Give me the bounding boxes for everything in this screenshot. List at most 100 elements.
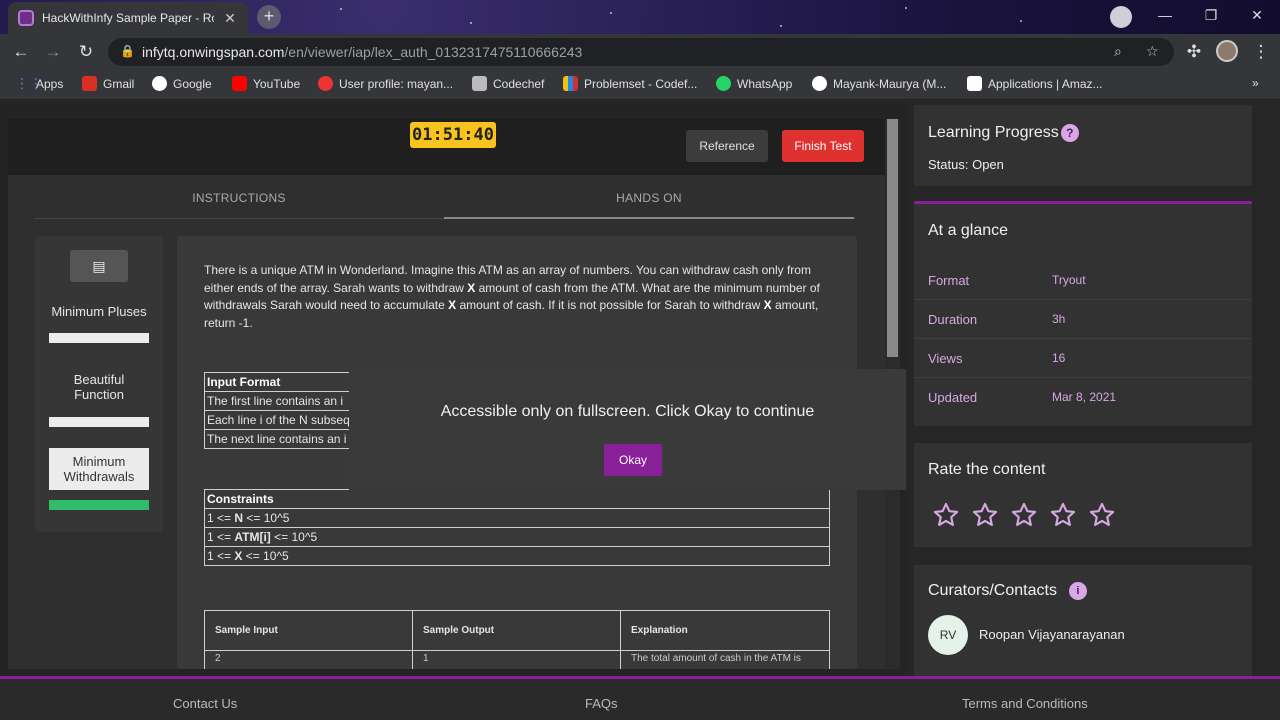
star-icon[interactable] xyxy=(1010,501,1038,529)
question-progress-bar xyxy=(49,333,149,343)
whatsapp-icon xyxy=(716,76,731,91)
finish-test-button[interactable]: Finish Test xyxy=(782,130,864,162)
bookmarks-bar: ⋮⋮ Apps Gmail Google YouTube User profile… xyxy=(0,70,1280,100)
menu-kebab-icon[interactable]: ⋮ xyxy=(1250,41,1272,63)
star-rating xyxy=(932,501,1116,529)
forward-arrow-icon[interactable]: → xyxy=(42,41,64,63)
bookmark-apps[interactable]: ⋮⋮ Apps xyxy=(15,76,63,91)
glance-row-format: Format Tryout xyxy=(914,261,1252,300)
bookmark-amazon[interactable]: Applications | Amaz... xyxy=(967,76,1103,91)
bookmark-google[interactable]: Google xyxy=(152,76,212,91)
bookmark-codeforces[interactable]: Problemset - Codef... xyxy=(563,76,697,91)
sidebar: Learning Progress? Status: Open At a gla… xyxy=(906,101,1280,679)
bookmark-whatsapp[interactable]: WhatsApp xyxy=(716,76,792,91)
question-item-beautiful-function[interactable]: Beautiful Function xyxy=(49,372,149,402)
question-progress-bar xyxy=(49,417,149,427)
test-tabs: INSTRUCTIONS HANDS ON xyxy=(34,181,857,219)
footer-terms[interactable]: Terms and Conditions xyxy=(962,696,1088,711)
info-icon[interactable]: i xyxy=(1068,582,1087,600)
curator-name[interactable]: Roopan Vijayanarayanan xyxy=(979,627,1125,642)
bookmark-youtube[interactable]: YouTube xyxy=(232,76,300,91)
apps-grid-icon: ⋮⋮ xyxy=(15,75,43,91)
help-question-icon[interactable]: ? xyxy=(1060,124,1079,142)
sample-input-header: Sample Input xyxy=(204,610,413,651)
constraints-header: Constraints xyxy=(204,489,830,509)
bookmark-github[interactable]: Mayank-Maurya (M... xyxy=(812,76,946,91)
browser-toolbar: ← → ↻ 🔒 infytq.onwingspan.com/en/viewer/… xyxy=(0,34,1280,70)
bookmark-gmail[interactable]: Gmail xyxy=(82,76,134,91)
reload-icon[interactable]: ↻ xyxy=(75,41,97,63)
address-bar[interactable]: 🔒 infytq.onwingspan.com/en/viewer/iap/le… xyxy=(108,38,1174,66)
amazon-icon xyxy=(967,76,982,91)
explanation-header: Explanation xyxy=(620,610,830,651)
okay-button[interactable]: Okay xyxy=(604,444,662,476)
browser-tab[interactable]: HackWithInfy Sample Paper - Ro ✕ xyxy=(8,2,248,34)
list-view-icon[interactable]: ▤ xyxy=(70,250,128,282)
at-a-glance-card: At a glance Format Tryout Duration 3h View… xyxy=(914,201,1252,426)
extensions-puzzle-icon[interactable]: ✣ xyxy=(1183,41,1205,63)
page: 01:51:40 Reference Finish Test INSTRUCTI… xyxy=(0,101,1280,720)
bookmark-star-icon[interactable]: ☆ xyxy=(1146,43,1159,60)
table-row: 1 <= N <= 10^5 xyxy=(204,508,830,528)
glance-row-duration: Duration 3h xyxy=(914,300,1252,339)
google-icon xyxy=(152,76,167,91)
restore-button[interactable]: ❐ xyxy=(1188,0,1234,30)
star-icon[interactable] xyxy=(932,501,960,529)
star-icon[interactable] xyxy=(971,501,999,529)
tab-close-icon[interactable]: ✕ xyxy=(222,10,238,27)
lock-icon: 🔒 xyxy=(120,44,135,58)
curator-avatar: RV xyxy=(928,615,968,655)
rate-content-card: Rate the content xyxy=(914,443,1252,547)
footer-faqs[interactable]: FAQs xyxy=(585,696,618,711)
tab-instructions[interactable]: INSTRUCTIONS xyxy=(34,181,444,219)
sample-output-cell: 1 xyxy=(412,650,621,669)
constraints-table: Constraints 1 <= N <= 10^5 1 <= ATM[i] <… xyxy=(204,489,830,566)
question-list: ▤ Minimum Pluses Beautiful Function Mini… xyxy=(35,236,163,532)
table-row: 1 <= ATM[i] <= 10^5 xyxy=(204,527,830,547)
tab-hands-on[interactable]: HANDS ON xyxy=(444,181,854,219)
curators-card: Curators/Contacts i RV Roopan Vijayanaray… xyxy=(914,565,1252,677)
bookmark-user-profile[interactable]: User profile: mayan... xyxy=(318,76,453,91)
sample-output-header: Sample Output xyxy=(412,610,621,651)
question-item-minimum-withdrawals[interactable]: Minimum Withdrawals xyxy=(49,448,149,490)
table-row: 1 <= X <= 10^5 xyxy=(204,546,830,566)
question-item-minimum-pluses[interactable]: Minimum Pluses xyxy=(49,304,149,319)
glance-row-views: Views 16 xyxy=(914,339,1252,378)
user-avatar[interactable] xyxy=(1216,40,1238,62)
bookmark-codechef[interactable]: Codechef xyxy=(472,76,544,91)
gmail-icon xyxy=(82,76,97,91)
at-a-glance-title: At a glance xyxy=(928,222,1009,239)
main-scrollbar-thumb[interactable] xyxy=(887,119,898,357)
learning-progress-title: Learning Progress? xyxy=(928,124,1079,142)
star-icon[interactable] xyxy=(1049,501,1077,529)
minimize-button[interactable]: — xyxy=(1142,0,1188,30)
close-window-button[interactable]: ✕ xyxy=(1234,0,1280,30)
page-footer: Contact Us FAQs Terms and Conditions xyxy=(0,676,1280,720)
star-icon[interactable] xyxy=(1088,501,1116,529)
zoom-search-icon[interactable]: ⌕ xyxy=(1114,43,1122,60)
footer-contact-us[interactable]: Contact Us xyxy=(173,696,237,711)
profile-icon xyxy=(318,76,333,91)
fullscreen-modal: Accessible only on fullscreen. Click Oka… xyxy=(349,369,906,490)
bookmarks-overflow-icon[interactable]: » xyxy=(1252,76,1259,90)
curators-title: Curators/Contacts i xyxy=(928,582,1087,600)
samples-table: Sample Input Sample Output Explanation 2… xyxy=(204,610,830,669)
back-arrow-icon[interactable]: ← xyxy=(10,41,32,63)
url-text: infytq.onwingspan.com/en/viewer/iap/lex_… xyxy=(142,44,583,60)
rate-content-title: Rate the content xyxy=(928,461,1046,478)
test-topbar: 01:51:40 Reference Finish Test xyxy=(8,119,885,175)
new-tab-button[interactable]: + xyxy=(257,5,281,29)
explanation-cell: The total amount of cash in the ATM is xyxy=(620,650,830,669)
profile-menu-icon[interactable] xyxy=(1110,6,1132,28)
glance-row-updated: Updated Mar 8, 2021 xyxy=(928,390,1117,405)
codeforces-icon xyxy=(563,76,578,91)
browser-tab-strip: HackWithInfy Sample Paper - Ro ✕ + — ❐ ✕ xyxy=(0,0,1280,34)
site-favicon-icon xyxy=(18,10,34,26)
learning-progress-card: Learning Progress? Status: Open xyxy=(914,105,1252,186)
sample-input-cell: 2 xyxy=(204,650,413,669)
reference-button[interactable]: Reference xyxy=(686,130,768,162)
youtube-icon xyxy=(232,76,247,91)
tab-title: HackWithInfy Sample Paper - Ro xyxy=(42,11,214,25)
codechef-icon xyxy=(472,76,487,91)
countdown-timer: 01:51:40 xyxy=(410,122,496,148)
